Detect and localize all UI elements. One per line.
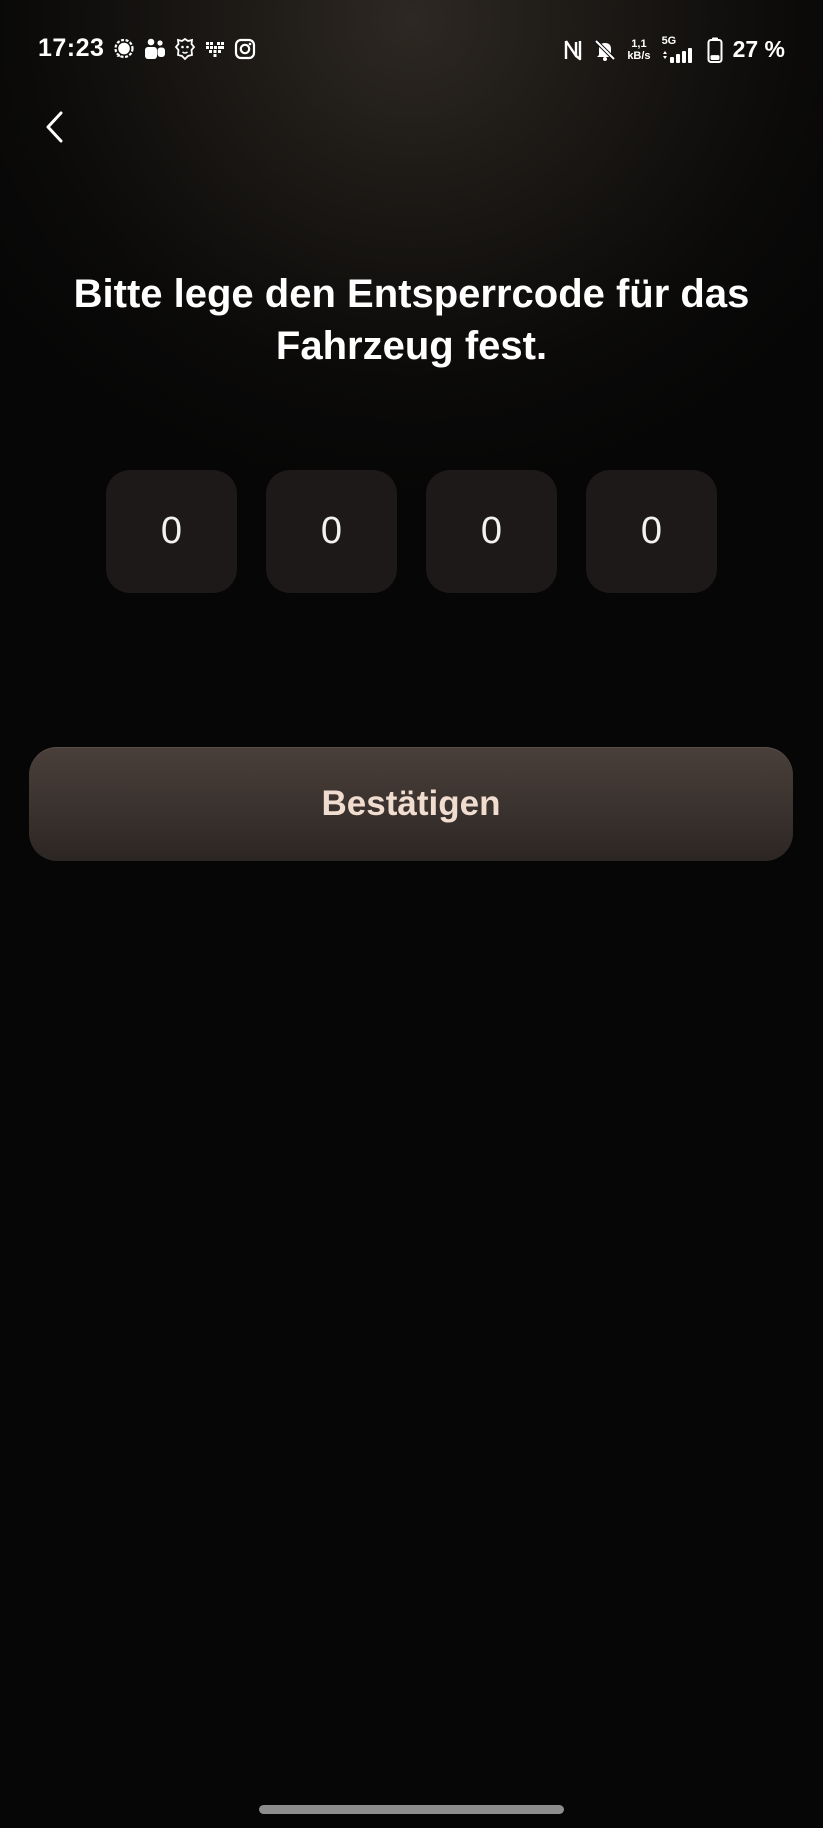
home-indicator[interactable]: [259, 1805, 564, 1814]
pin-digit-3[interactable]: 0: [426, 470, 557, 593]
status-time: 17:23: [38, 34, 105, 62]
nfc-icon: [563, 38, 583, 62]
instagram-icon: [234, 38, 256, 60]
battery-percent: 27 %: [732, 36, 785, 62]
network-speed: 1,1 kB/s: [627, 38, 650, 62]
confirm-button-label: Bestätigen: [321, 784, 501, 823]
teams-icon: [144, 37, 166, 61]
unlock-code-input[interactable]: 0 0 0 0: [106, 470, 717, 593]
network-type: 5G: [661, 35, 677, 47]
notification-icons: [112, 37, 256, 61]
confirm-button[interactable]: Bestätigen: [29, 747, 793, 861]
network-speed-value: 1,1: [631, 37, 647, 50]
status-bar: 17:23 1,1 kB/s 5G 27 %: [0, 0, 823, 100]
pin-digit-2[interactable]: 0: [266, 470, 397, 593]
signal-bars-icon: [661, 47, 697, 63]
chevron-left-icon: [43, 109, 67, 150]
network-speed-unit: kB/s: [627, 49, 651, 62]
pin-digit-4[interactable]: 0: [586, 470, 717, 593]
bell-muted-icon: [593, 38, 617, 62]
page-title: Bitte lege den Entsperrcode für das Fahr…: [73, 272, 750, 368]
lion-app-icon: [174, 37, 196, 61]
cellular-signal: 5G: [661, 36, 697, 63]
heart-pixel-icon: [204, 39, 226, 59]
battery-icon: [707, 37, 723, 63]
signal-messenger-icon: [112, 37, 136, 61]
pin-digit-1[interactable]: 0: [106, 470, 237, 593]
back-button[interactable]: [32, 106, 78, 152]
system-status-icons: 1,1 kB/s 5G 27 %: [563, 36, 785, 63]
